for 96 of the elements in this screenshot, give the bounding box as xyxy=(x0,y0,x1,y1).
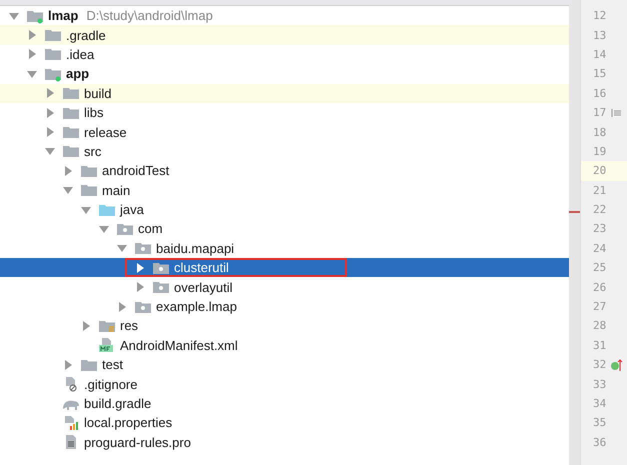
line-number: 15 xyxy=(593,67,608,80)
folder-icon xyxy=(62,124,80,140)
line-number: 16 xyxy=(593,86,608,100)
item-label: baidu.mapapi xyxy=(156,240,234,256)
item-label: AndroidManifest.xml xyxy=(120,338,238,353)
tree-row[interactable]: .gitignore xyxy=(0,374,569,394)
tree-row[interactable]: app xyxy=(0,64,569,84)
collapse-arrow-icon[interactable] xyxy=(44,145,56,158)
tree-row[interactable]: res xyxy=(0,316,569,336)
tree-row[interactable]: clusterutil xyxy=(0,258,569,278)
expand-arrow-icon[interactable] xyxy=(26,29,38,42)
tree-row[interactable]: .gradle xyxy=(0,25,569,45)
line-number: 13 xyxy=(593,28,608,42)
item-label: .idea xyxy=(66,46,94,62)
line-number: 34 xyxy=(593,397,608,410)
line-number: 26 xyxy=(593,280,608,294)
tree-row[interactable]: lmap D:\study\android\lmap xyxy=(0,6,569,26)
tree-row[interactable]: java xyxy=(0,200,569,220)
expand-arrow-icon[interactable] xyxy=(26,48,38,60)
tree-row[interactable]: proguard-rules.pro xyxy=(0,432,569,452)
line-number: 17 xyxy=(593,106,608,120)
tree-row[interactable]: com xyxy=(0,219,569,239)
line-number: 35 xyxy=(593,416,608,430)
tree-row[interactable]: baidu.mapapi xyxy=(0,238,569,258)
tree-row[interactable]: libs xyxy=(0,102,569,122)
lines-icon xyxy=(611,108,621,118)
tree-row[interactable]: release xyxy=(0,122,569,142)
item-label: src xyxy=(84,144,102,159)
expand-arrow-icon[interactable] xyxy=(44,106,56,119)
line-number: 21 xyxy=(593,184,608,197)
error-stripe xyxy=(569,211,580,213)
item-label: build.gradle xyxy=(84,396,152,411)
line-number: 25 xyxy=(593,261,608,274)
line-number: 22 xyxy=(593,203,608,216)
line-number: 23 xyxy=(593,222,608,236)
item-label: overlayutil xyxy=(174,280,233,295)
item-label: androidTest xyxy=(102,163,170,178)
expand-arrow-icon[interactable] xyxy=(116,300,128,313)
expand-arrow-icon[interactable] xyxy=(134,281,146,294)
expand-arrow-icon[interactable] xyxy=(44,87,56,100)
line-number: 20 xyxy=(593,164,608,178)
line-number: 19 xyxy=(593,144,608,158)
item-label: clusterutil xyxy=(174,260,229,276)
item-label: .gitignore xyxy=(84,376,138,392)
folder-icon xyxy=(44,27,62,44)
item-label: app xyxy=(66,66,90,82)
line-number: 31 xyxy=(593,338,608,352)
tree-row[interactable]: example.lmap xyxy=(0,296,569,316)
tree-row[interactable]: AndroidManifest.xml xyxy=(0,336,569,356)
expand-arrow-icon[interactable] xyxy=(134,262,146,274)
folder-icon xyxy=(80,182,98,198)
line-number: 36 xyxy=(593,436,608,449)
expand-arrow-icon[interactable] xyxy=(44,126,56,138)
item-label: res xyxy=(120,318,138,334)
tree-row[interactable]: .idea xyxy=(0,44,569,64)
tree-row[interactable]: local.properties xyxy=(0,413,569,433)
tree-row[interactable]: test xyxy=(0,355,569,374)
collapse-arrow-icon[interactable] xyxy=(116,242,128,254)
line-number: 32 xyxy=(593,358,608,372)
item-label: local.properties xyxy=(84,415,172,430)
item-label: .gradle xyxy=(66,28,106,43)
expand-arrow-icon[interactable] xyxy=(62,358,74,371)
properties-file-icon xyxy=(62,414,80,431)
tree-row[interactable]: main xyxy=(0,180,569,200)
folder-icon xyxy=(62,143,80,160)
item-label: release xyxy=(84,124,127,140)
tree-row[interactable]: src xyxy=(0,142,569,162)
line-number: 27 xyxy=(593,300,608,314)
line-number: 14 xyxy=(593,48,608,61)
package-folder-icon xyxy=(152,279,170,296)
item-label: main xyxy=(102,182,130,198)
line-number: 33 xyxy=(593,378,608,391)
package-folder-icon xyxy=(134,240,152,256)
manifest-file-icon xyxy=(98,337,116,354)
line-number: 24 xyxy=(593,242,608,255)
item-label: libs xyxy=(84,105,104,120)
line-number: 12 xyxy=(593,9,608,22)
tree-row[interactable]: build.gradle xyxy=(0,394,569,414)
tree-row[interactable]: overlayutil xyxy=(0,277,569,297)
expand-arrow-icon[interactable] xyxy=(62,164,74,177)
item-label: example.lmap xyxy=(156,299,237,314)
line-number: 28 xyxy=(593,319,608,332)
project-path: D:\study\android\lmap xyxy=(86,8,213,24)
item-label: com xyxy=(138,221,163,236)
line-number: 18 xyxy=(593,126,608,139)
item-label: build xyxy=(84,86,112,101)
item-label: proguard-rules.pro xyxy=(84,434,191,450)
tree-row[interactable]: androidTest xyxy=(0,161,569,181)
implements-icon[interactable] xyxy=(611,358,623,371)
collapse-arrow-icon[interactable] xyxy=(62,184,74,196)
item-label: lmap xyxy=(48,8,78,24)
tree-row[interactable]: build xyxy=(0,84,569,103)
folder-icon xyxy=(62,85,80,102)
item-label: java xyxy=(120,202,144,218)
item-label: test xyxy=(102,357,123,372)
expand-arrow-icon[interactable] xyxy=(80,320,92,332)
